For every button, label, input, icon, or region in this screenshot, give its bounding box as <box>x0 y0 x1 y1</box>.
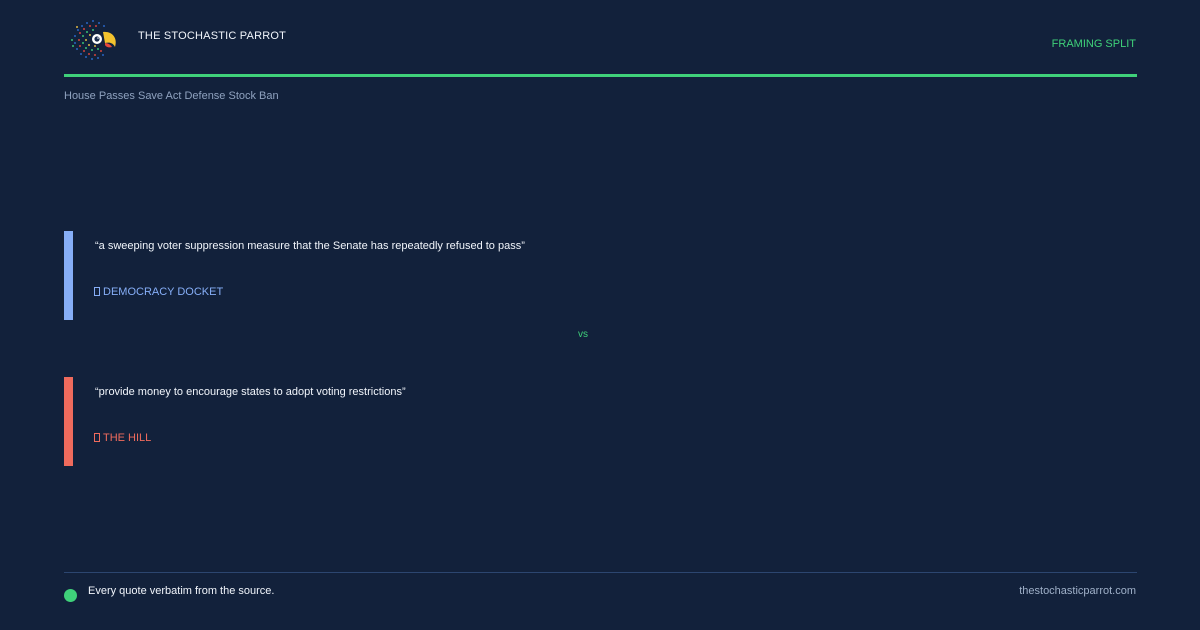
quote-accent-bar <box>64 231 73 320</box>
quote-card: “provide money to encourage states to ad… <box>64 377 1137 466</box>
footer-divider <box>64 572 1137 573</box>
source-icon <box>94 433 100 442</box>
footer-site: thestochasticparrot.com <box>1019 585 1136 597</box>
headline: House Passes Save Act Defense Stock Ban <box>64 90 279 102</box>
quote-card: “a sweeping voter suppression measure th… <box>64 231 1137 320</box>
quote-text: “a sweeping voter suppression measure th… <box>95 240 525 252</box>
quote-accent-bar <box>64 377 73 466</box>
quote-text: “provide money to encourage states to ad… <box>95 386 406 398</box>
quote-source: THE HILL <box>94 432 151 444</box>
header-divider <box>64 74 1137 77</box>
quote-source-name: DEMOCRACY DOCKET <box>103 286 224 298</box>
source-icon <box>94 287 100 296</box>
quote-source-name: THE HILL <box>103 432 152 444</box>
brand-name: THE STOCHASTIC PARROT <box>138 30 287 42</box>
vs-separator: vs <box>578 329 588 340</box>
parrot-logo-icon <box>71 20 116 60</box>
footer-note: Every quote verbatim from the source. <box>88 585 275 597</box>
quote-source: DEMOCRACY DOCKET <box>94 286 223 298</box>
section-label: FRAMING SPLIT <box>1051 38 1136 50</box>
status-dot-icon <box>64 589 77 602</box>
